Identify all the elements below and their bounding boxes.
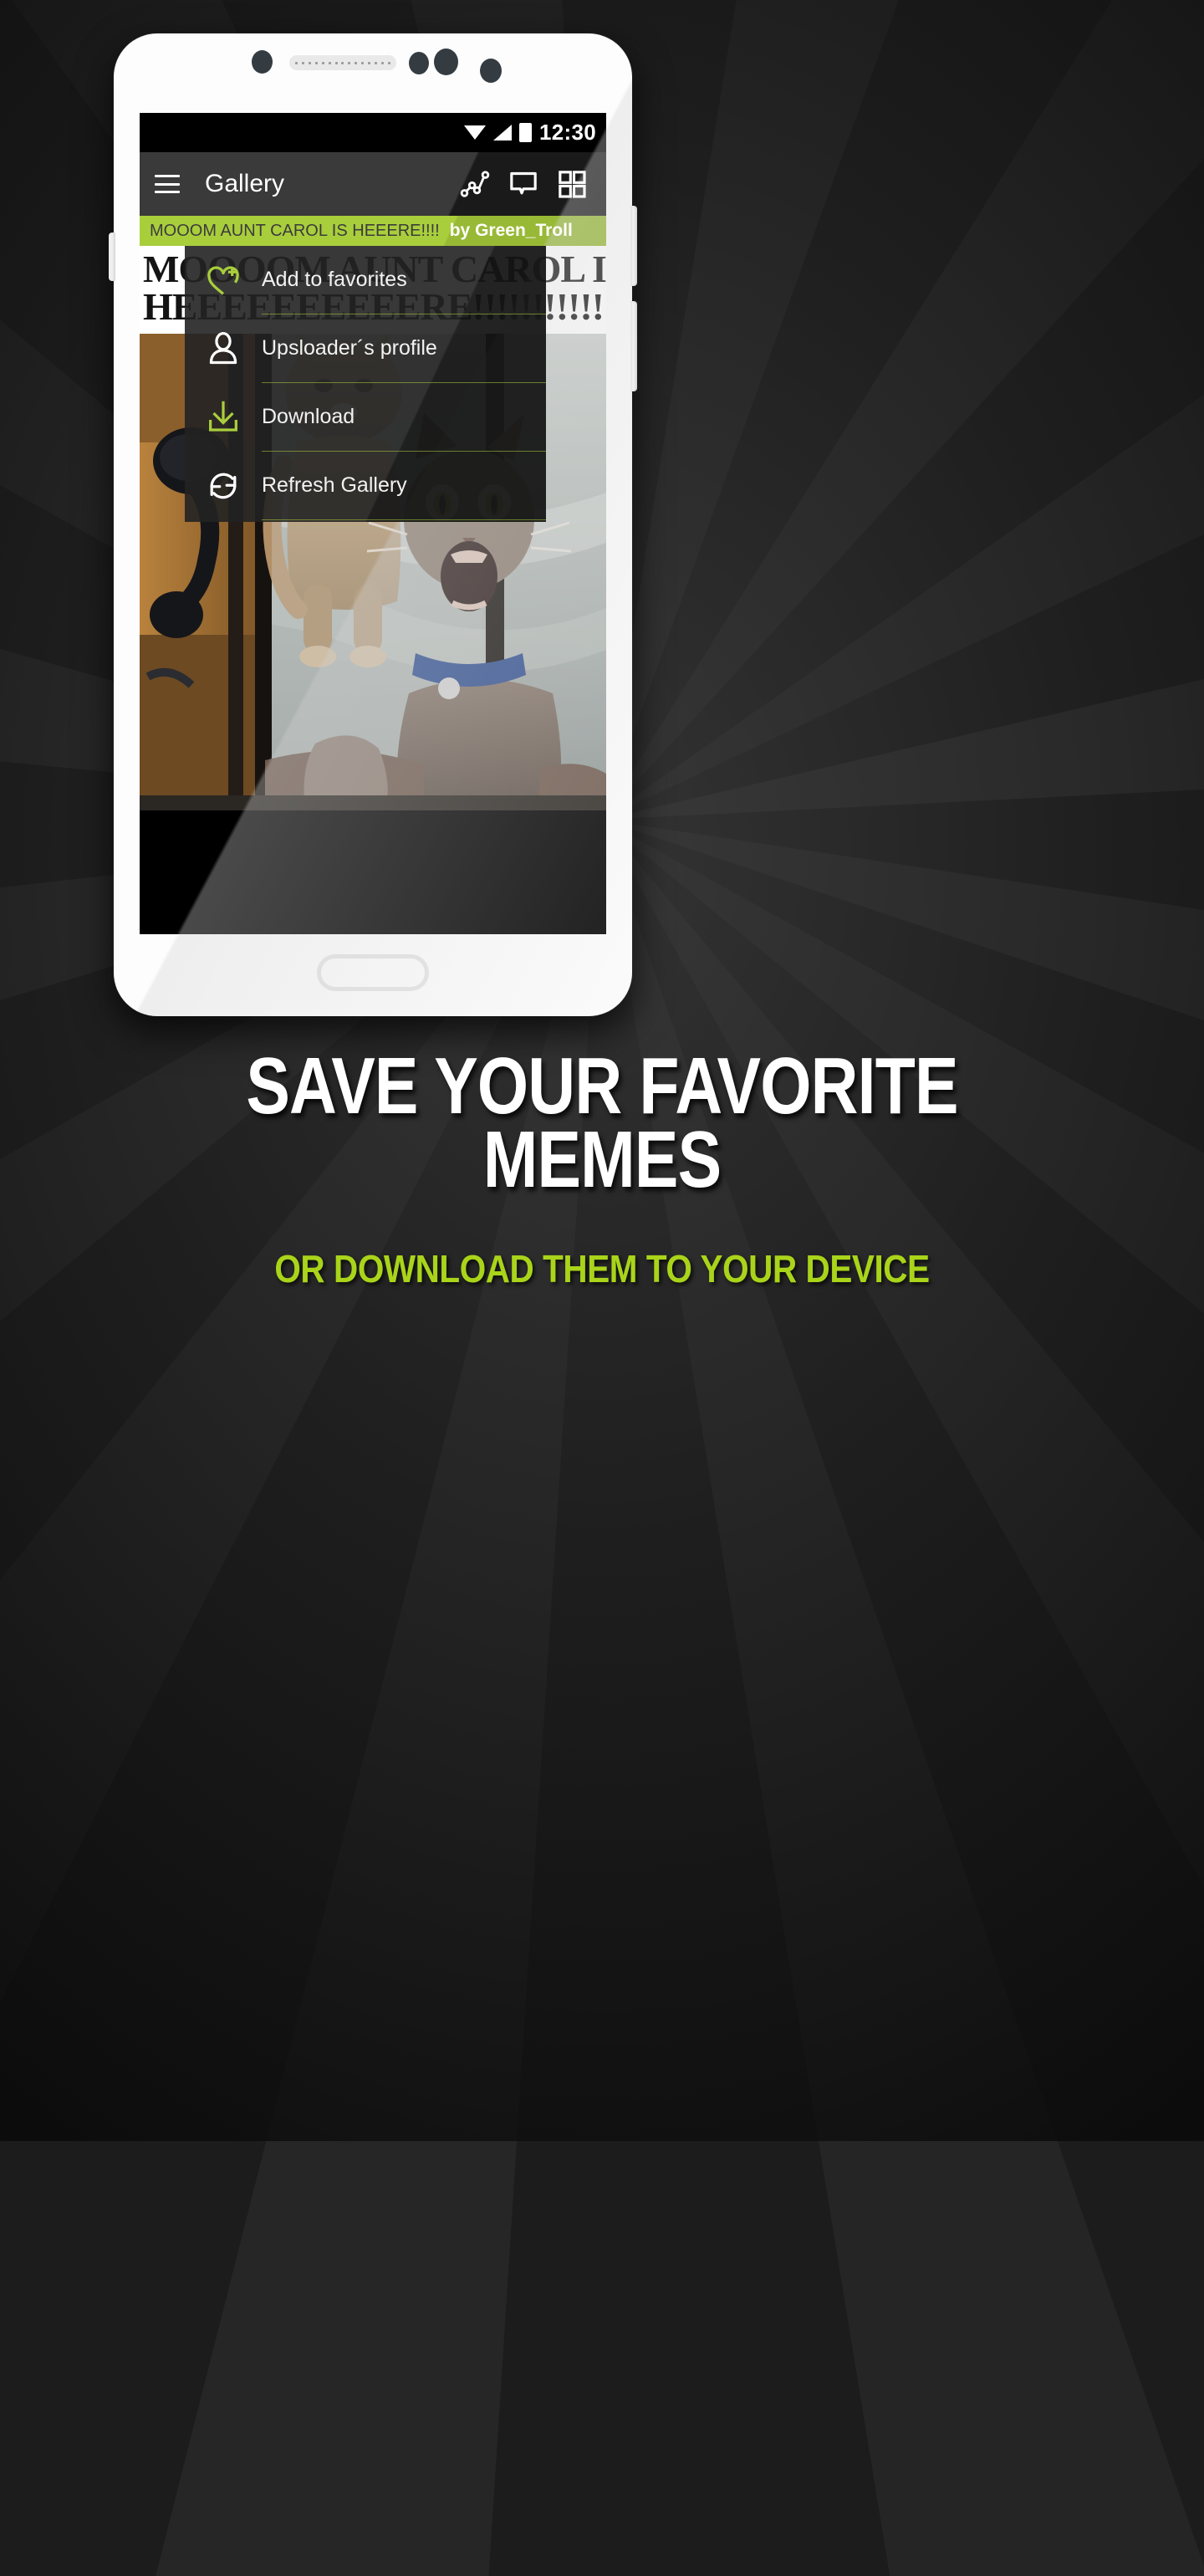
menu-label-refresh-gallery: Refresh Gallery [262, 452, 546, 520]
hamburger-icon[interactable] [155, 175, 180, 193]
meme-title: MOOOM AUNT CAROL IS HEEERE!!!! [150, 221, 440, 240]
marketing-copy: SAVE YOUR FAVORITE MEMES OR DOWNLOAD THE… [0, 1046, 1204, 1291]
comments-icon[interactable] [504, 165, 543, 203]
meme-uploader[interactable]: by Green_Troll [450, 221, 573, 241]
person-icon [185, 330, 262, 368]
context-menu: Add to favorites Upsloader´s profile Dow… [185, 246, 546, 522]
subline: OR DOWNLOAD THEM TO YOUR DEVICE [274, 1246, 930, 1291]
menu-item-uploader-profile[interactable]: Upsloader´s profile [185, 314, 546, 383]
heart-plus-icon [185, 261, 262, 299]
menu-item-download[interactable]: Download [185, 383, 546, 452]
menu-label-uploader-profile: Upsloader´s profile [262, 314, 546, 383]
download-icon [185, 398, 262, 437]
menu-item-refresh-gallery[interactable]: Refresh Gallery [185, 452, 546, 520]
grid-view-icon[interactable] [553, 165, 591, 203]
menu-label-download: Download [262, 383, 546, 452]
headline: SAVE YOUR FAVORITE MEMES [109, 1046, 1096, 1205]
refresh-icon [185, 467, 262, 505]
trending-icon[interactable] [456, 165, 494, 203]
menu-item-add-to-favorites[interactable]: Add to favorites [185, 246, 546, 314]
phone-mockup: 12:30 Gallery [109, 33, 637, 1016]
page-title: Gallery [205, 170, 285, 197]
headline-line-2: MEMES [482, 1115, 722, 1205]
menu-label-add-to-favorites: Add to favorites [262, 246, 546, 314]
